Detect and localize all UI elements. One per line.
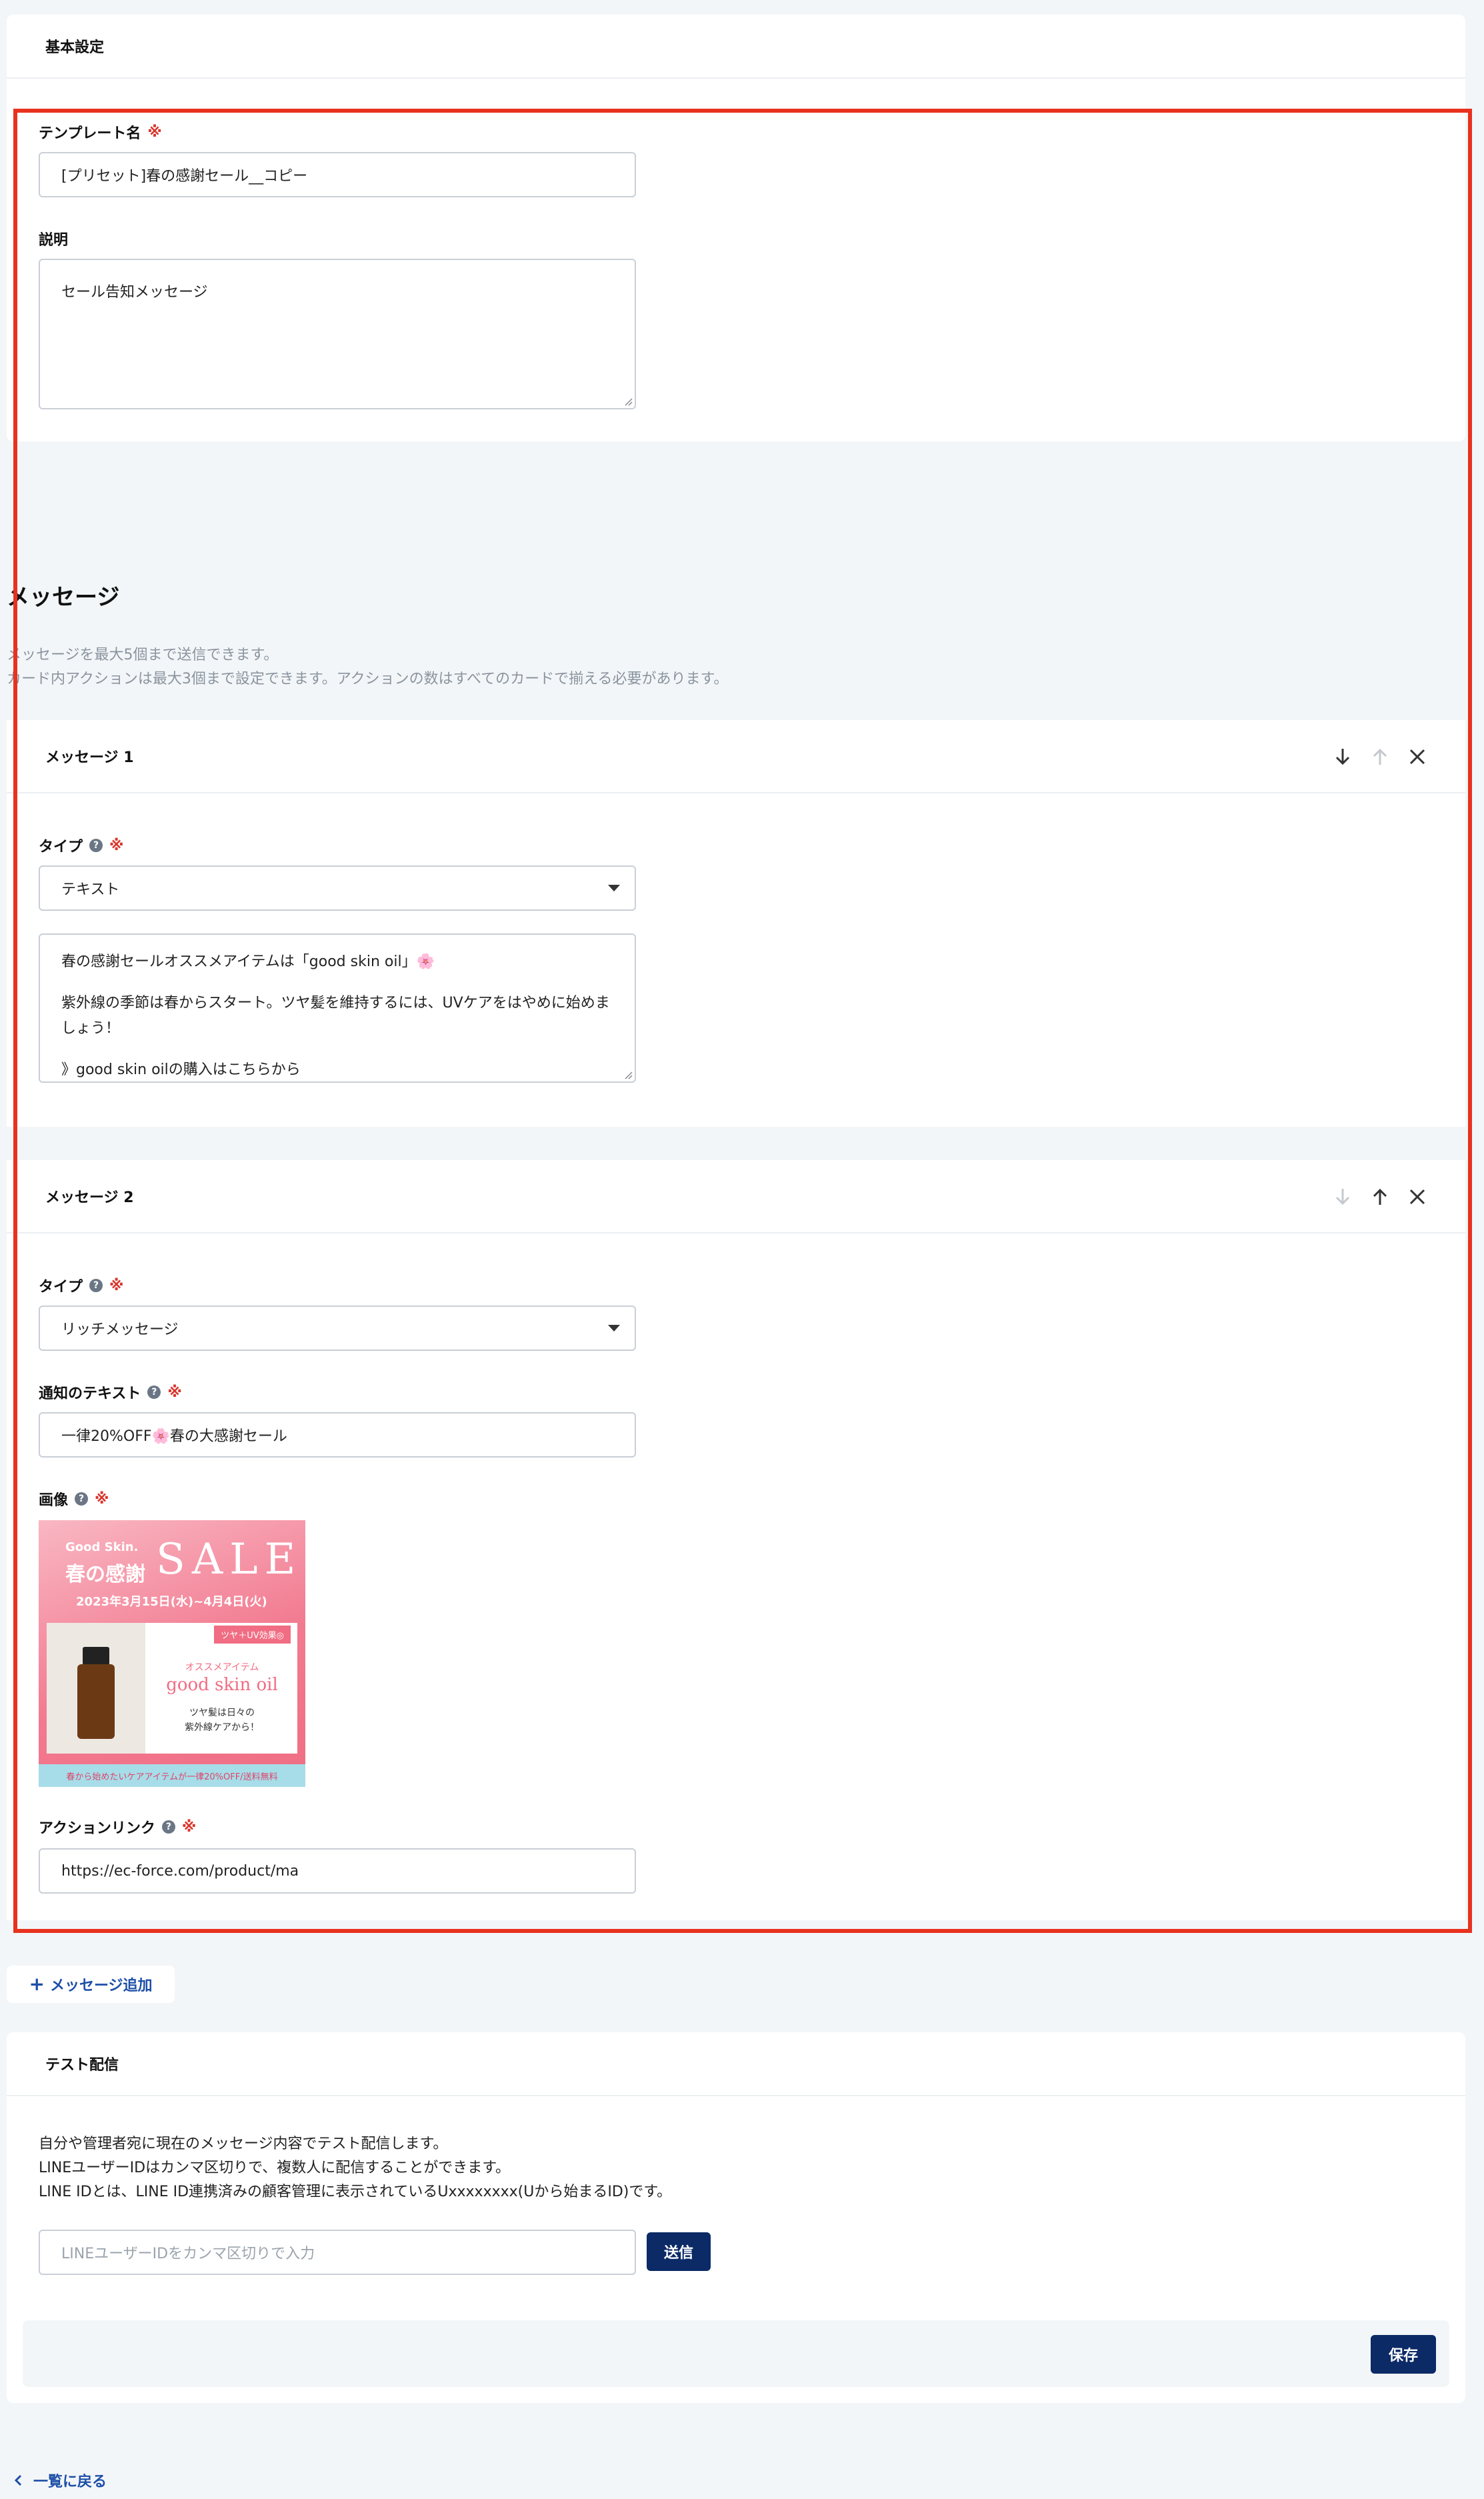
test-delivery-header: テスト配信 (7, 2032, 1465, 2096)
highlight-box (13, 109, 1472, 1933)
test-delivery-card: テスト配信 自分や管理者宛に現在のメッセージ内容でテスト配信します。 LINEユ… (7, 2032, 1465, 2403)
basic-settings-title: 基本設定 (45, 39, 105, 56)
send-test-button[interactable]: 送信 (647, 2232, 711, 2271)
add-message-button[interactable]: + メッセージ追加 (7, 1966, 175, 2003)
basic-settings-header: 基本設定 (7, 15, 1465, 79)
test-desc-1: 自分や管理者宛に現在のメッセージ内容でテスト配信します。 (39, 2136, 448, 2152)
test-desc-3: LINE IDとは、LINE ID連携済みの顧客管理に表示されているUxxxxx… (39, 2184, 672, 2200)
test-desc-2: LINEユーザーIDはカンマ区切りで、複数人に配信することができます。 (39, 2160, 511, 2176)
test-delivery-title: テスト配信 (45, 2057, 119, 2074)
save-button[interactable]: 保存 (1371, 2335, 1436, 2374)
back-to-list-link[interactable]: 一覧に戻る (12, 2470, 107, 2491)
chevron-left-icon (14, 2474, 22, 2486)
save-bar (23, 2320, 1449, 2387)
plus-icon: + (29, 1973, 45, 1995)
line-user-id-input[interactable]: LINEユーザーIDをカンマ区切りで入力 (39, 2230, 636, 2275)
